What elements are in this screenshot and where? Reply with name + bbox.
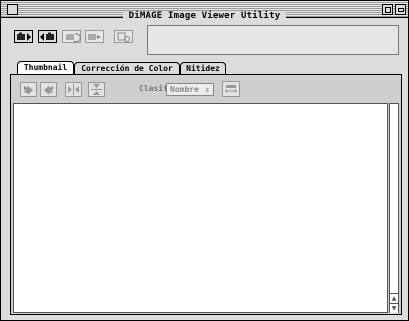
camera-settings-icon [114, 30, 133, 43]
app-window: DiMAGE Image Viewer Utility Thumbnail Co… [0, 0, 409, 321]
tab-color-correction[interactable]: Corrección de Color [74, 62, 180, 74]
camera-rotate-button[interactable] [62, 30, 81, 43]
sort-select-value: Nombre [170, 85, 199, 94]
tab-sharpness[interactable]: Nitidez [180, 62, 226, 74]
thumbnail-panel: Clasificar Nombre ⇕ ▲ ▼ [10, 74, 402, 315]
window-title: DiMAGE Image Viewer Utility [122, 11, 287, 21]
camera-send-icon [85, 30, 104, 43]
flip-horizontal-icon[interactable] [65, 82, 82, 97]
updown-arrows-icon: ⇕ [205, 85, 210, 94]
vertical-scrollbar[interactable]: ▲ ▼ [389, 103, 399, 313]
tab-thumbnail[interactable]: Thumbnail [17, 61, 74, 74]
sort-order-icon [225, 85, 237, 93]
camera-settings-button[interactable] [114, 30, 133, 43]
camera-upload-icon [38, 30, 57, 43]
zoom-box-icon[interactable] [382, 4, 393, 15]
sort-select[interactable]: Nombre ⇕ [166, 83, 214, 96]
camera-download-icon [14, 30, 33, 43]
info-display-field [147, 25, 399, 55]
rotate-right-icon[interactable] [40, 82, 57, 97]
scroll-up-arrow-icon[interactable]: ▲ [390, 293, 398, 303]
camera-send-button[interactable] [85, 30, 104, 43]
flip-vertical-icon[interactable] [88, 82, 105, 97]
camera-rotate-icon [62, 30, 81, 43]
scroll-down-arrow-icon[interactable]: ▼ [390, 303, 398, 313]
rotate-left-icon[interactable] [20, 82, 37, 97]
sort-order-button[interactable] [222, 81, 240, 97]
collapse-box-icon[interactable] [395, 4, 406, 15]
title-bar[interactable]: DiMAGE Image Viewer Utility [1, 1, 408, 21]
camera-upload-button[interactable] [38, 30, 57, 43]
camera-download-button[interactable] [14, 30, 33, 43]
thumbnail-list-area[interactable] [13, 103, 388, 313]
